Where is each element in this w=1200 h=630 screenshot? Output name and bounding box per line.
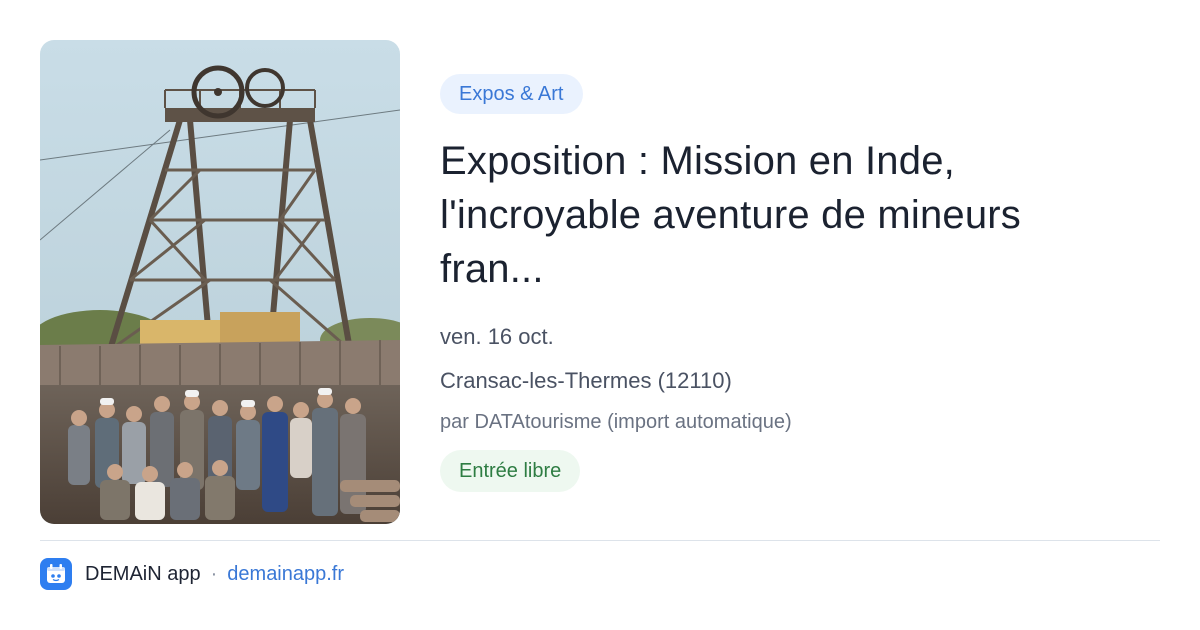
event-photo[interactable]	[40, 40, 400, 524]
footer: DEMAiN app · demainapp.fr	[40, 558, 344, 590]
event-source: par DATAtourisme (import automatique)	[440, 411, 792, 433]
footer-divider	[40, 540, 1160, 541]
event-title[interactable]: Exposition : Mission en Inde, l'incroyab…	[440, 134, 1130, 296]
demain-app-icon[interactable]	[40, 558, 72, 590]
app-name: DEMAiN app	[85, 562, 201, 585]
footer-separator: ·	[210, 562, 218, 585]
category-chip[interactable]: Expos & Art	[440, 74, 583, 114]
price-chip: Entrée libre	[440, 450, 581, 492]
event-date: ven. 16 oct.	[440, 324, 554, 349]
event-location: Cransac-les-Thermes (12110)	[440, 368, 732, 393]
domain-link[interactable]: demainapp.fr	[227, 563, 344, 586]
mine-headframe-photo-icon	[40, 40, 400, 524]
event-details: Expos & Art Exposition : Mission en Inde…	[440, 74, 1140, 492]
